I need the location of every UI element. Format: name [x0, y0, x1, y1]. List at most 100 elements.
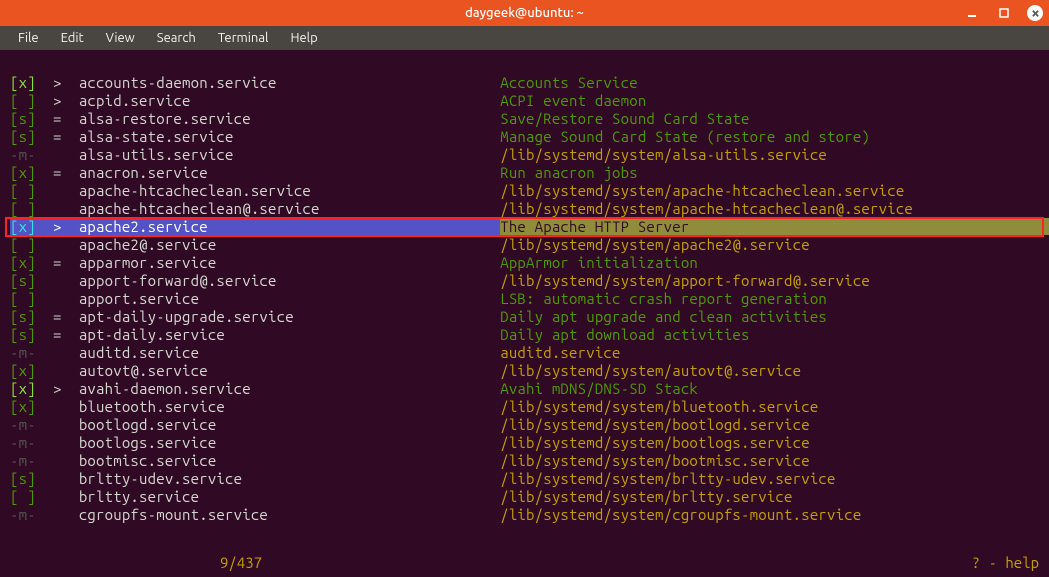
- service-state: [ ]: [10, 92, 36, 109]
- service-row[interactable]: [x] bluetooth.service /lib/systemd/syste…: [10, 398, 1039, 416]
- service-name: apache2.service: [79, 218, 500, 235]
- service-state: [x]: [10, 74, 36, 91]
- service-name: apache2@.service: [79, 236, 500, 253]
- service-state: [x]: [10, 380, 36, 397]
- running-indicator: [53, 236, 62, 253]
- terminal-area[interactable]: [x] > accounts-daemon.service Accounts S…: [0, 50, 1049, 524]
- service-state: [s]: [10, 308, 36, 325]
- service-state: [s]: [10, 470, 36, 487]
- service-name: bootmisc.service: [79, 452, 500, 469]
- service-row[interactable]: [s] = alsa-restore.service Save/Restore …: [10, 110, 1039, 128]
- service-name: autovt@.service: [79, 362, 500, 379]
- service-name: bootlogd.service: [79, 416, 500, 433]
- maximize-icon[interactable]: [995, 4, 1013, 22]
- running-indicator: =: [53, 254, 62, 271]
- running-indicator: =: [53, 164, 62, 181]
- service-description: Daily apt upgrade and clean activities: [500, 308, 827, 325]
- running-indicator: [53, 488, 62, 505]
- service-name: brltty-udev.service: [79, 470, 500, 487]
- service-description: /lib/systemd/system/bluetooth.service: [500, 398, 818, 415]
- service-description: /lib/systemd/system/autovt@.service: [500, 362, 801, 379]
- service-row[interactable]: [s] brltty-udev.service /lib/systemd/sys…: [10, 470, 1039, 488]
- running-indicator: =: [53, 308, 62, 325]
- service-name: alsa-state.service: [79, 128, 500, 145]
- service-name: acpid.service: [79, 92, 500, 109]
- service-state: [x]: [10, 398, 36, 415]
- service-name: accounts-daemon.service: [79, 74, 500, 91]
- running-indicator: [53, 200, 62, 217]
- service-row[interactable]: [ ] > acpid.service ACPI event daemon: [10, 92, 1039, 110]
- service-name: apport.service: [79, 290, 500, 307]
- service-row[interactable]: -m- auditd.service auditd.service: [10, 344, 1039, 362]
- service-description: The Apache HTTP Server: [500, 218, 1049, 235]
- service-row[interactable]: -m- alsa-utils.service /lib/systemd/syst…: [10, 146, 1039, 164]
- service-state: [x]: [10, 254, 36, 271]
- service-row[interactable]: -m- bootlogd.service /lib/systemd/system…: [10, 416, 1039, 434]
- service-description: Manage Sound Card State (restore and sto…: [500, 128, 870, 145]
- running-indicator: [53, 506, 62, 523]
- titlebar: daygeek@ubuntu: ~: [0, 0, 1049, 26]
- service-state: [s]: [10, 110, 36, 127]
- status-bar: 9/437 ? - help: [10, 554, 1039, 571]
- service-row[interactable]: -m- bootlogs.service /lib/systemd/system…: [10, 434, 1039, 452]
- service-state: [ ]: [10, 200, 36, 217]
- menu-file[interactable]: File: [8, 29, 49, 47]
- service-row[interactable]: [s] = apt-daily.service Daily apt downlo…: [10, 326, 1039, 344]
- running-indicator: =: [53, 128, 62, 145]
- close-icon[interactable]: [1027, 5, 1043, 21]
- service-row[interactable]: [x] autovt@.service /lib/systemd/system/…: [10, 362, 1039, 380]
- menu-terminal[interactable]: Terminal: [208, 29, 279, 47]
- menu-view[interactable]: View: [96, 29, 145, 47]
- service-row[interactable]: [ ] brltty.service /lib/systemd/system/b…: [10, 488, 1039, 506]
- service-description: /lib/systemd/system/cgroupfs-mount.servi…: [500, 506, 861, 523]
- service-row[interactable]: [x] > accounts-daemon.service Accounts S…: [10, 74, 1039, 92]
- service-state: [s]: [10, 326, 36, 343]
- service-row[interactable]: [ ] apache-htcacheclean.service /lib/sys…: [10, 182, 1039, 200]
- running-indicator: >: [53, 218, 62, 235]
- service-row[interactable]: [x] > apache2.service The Apache HTTP Se…: [6, 218, 1043, 236]
- running-indicator: [53, 182, 62, 199]
- running-indicator: [53, 470, 62, 487]
- window-controls: [963, 0, 1043, 26]
- service-row[interactable]: [x] > avahi-daemon.service Avahi mDNS/DN…: [10, 380, 1039, 398]
- minimize-icon[interactable]: [963, 4, 981, 22]
- running-indicator: >: [53, 380, 62, 397]
- service-name: apt-daily-upgrade.service: [79, 308, 500, 325]
- service-row[interactable]: [ ] apache2@.service /lib/systemd/system…: [10, 236, 1039, 254]
- service-row[interactable]: [s] = apt-daily-upgrade.service Daily ap…: [10, 308, 1039, 326]
- service-name: anacron.service: [79, 164, 500, 181]
- position-indicator: 9/437: [220, 554, 262, 571]
- service-name: alsa-restore.service: [79, 110, 500, 127]
- menu-search[interactable]: Search: [147, 29, 206, 47]
- service-name: auditd.service: [79, 344, 500, 361]
- service-state: -m-: [10, 416, 36, 433]
- service-description: /lib/systemd/system/apache2@.service: [500, 236, 810, 253]
- service-state: [x]: [10, 218, 36, 235]
- service-state: [ ]: [10, 182, 36, 199]
- service-state: -m-: [10, 452, 36, 469]
- running-indicator: [53, 362, 62, 379]
- service-name: apache-htcacheclean@.service: [79, 200, 500, 217]
- service-description: Run anacron jobs: [500, 164, 638, 181]
- service-row[interactable]: [s] = alsa-state.service Manage Sound Ca…: [10, 128, 1039, 146]
- service-description: /lib/systemd/system/brltty-udev.service: [500, 470, 835, 487]
- service-name: apparmor.service: [79, 254, 500, 271]
- menu-help[interactable]: Help: [280, 29, 327, 47]
- service-row[interactable]: [s] apport-forward@.service /lib/systemd…: [10, 272, 1039, 290]
- service-state: -m-: [10, 146, 36, 163]
- service-description: LSB: automatic crash report generation: [500, 290, 827, 307]
- service-row[interactable]: [x] = apparmor.service AppArmor initiali…: [10, 254, 1039, 272]
- service-row[interactable]: [ ] apache-htcacheclean@.service /lib/sy…: [10, 200, 1039, 218]
- service-name: bluetooth.service: [79, 398, 500, 415]
- service-description: Daily apt download activities: [500, 326, 749, 343]
- service-row[interactable]: [ ] apport.service LSB: automatic crash …: [10, 290, 1039, 308]
- service-row[interactable]: -m- bootmisc.service /lib/systemd/system…: [10, 452, 1039, 470]
- service-state: [ ]: [10, 236, 36, 253]
- service-row[interactable]: -m- cgroupfs-mount.service /lib/systemd/…: [10, 506, 1039, 524]
- menu-edit[interactable]: Edit: [51, 29, 94, 47]
- service-row[interactable]: [x] = anacron.service Run anacron jobs: [10, 164, 1039, 182]
- service-name: apache-htcacheclean.service: [79, 182, 500, 199]
- window-title: daygeek@ubuntu: ~: [465, 6, 584, 20]
- running-indicator: =: [53, 110, 62, 127]
- running-indicator: =: [53, 326, 62, 343]
